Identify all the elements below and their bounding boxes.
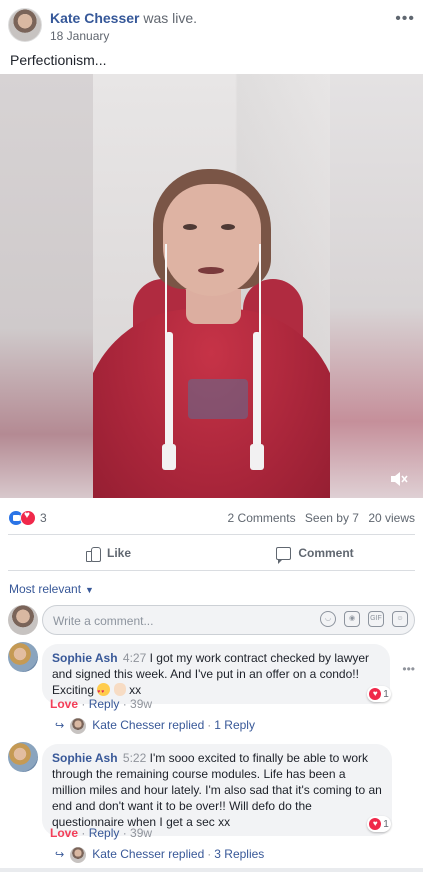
comment-timestamp-link[interactable]: 5:22: [123, 751, 146, 765]
sticker-icon[interactable]: ☺: [392, 611, 408, 627]
post-card: Kate Chesser was live. 18 January ••• Pe…: [0, 0, 423, 868]
post-stats: 3 2 Comments Seen by 7 20 views: [8, 508, 415, 528]
comment-meta: Love · Reply · 39w: [50, 697, 153, 711]
comment-text-end: xx: [129, 683, 142, 697]
view-count: 20 views: [368, 511, 415, 525]
comment-reaction-badge[interactable]: ♥ 1: [367, 686, 391, 702]
composer-tools: ◡ ◉ GIF ☺: [320, 611, 408, 627]
gif-icon[interactable]: GIF: [368, 611, 384, 627]
video-frame: [93, 74, 330, 498]
comment-bubble: Sophie Ash 5:22 I'm sooo excited to fina…: [42, 744, 392, 836]
clapping-hands-emoji-icon: [113, 683, 126, 696]
commenter-avatar[interactable]: [8, 742, 38, 772]
comment-reaction-count: 1: [383, 688, 389, 700]
eye-left: [183, 224, 197, 230]
mouth: [198, 267, 224, 274]
reply-arrow-icon: ↪: [55, 849, 65, 862]
comment-sort-dropdown[interactable]: Most relevant ▼: [9, 582, 94, 596]
hoodie-string-left: [165, 332, 173, 452]
comment-author-link[interactable]: Sophie Ash: [52, 651, 118, 665]
reply-count: 3 Replies: [214, 847, 265, 862]
post-header: Kate Chesser was live. 18 January •••: [8, 8, 415, 46]
caret-down-icon: ▼: [85, 585, 94, 595]
speech-bubble-icon: [276, 546, 292, 564]
eye-right: [221, 224, 235, 230]
comment-count-link[interactable]: 2 Comments: [228, 511, 296, 525]
replied-by-text: Kate Chesser replied: [92, 847, 205, 862]
engagement-stats: 2 Comments Seen by 7 20 views: [222, 511, 415, 525]
live-video-player[interactable]: [0, 74, 423, 498]
commenter-avatar[interactable]: [8, 642, 38, 672]
divider: [8, 534, 415, 535]
comment-bubble: Sophie Ash 4:27 I got my work contract c…: [42, 644, 390, 704]
comment-reaction-count: 1: [383, 818, 389, 830]
more-dots-icon[interactable]: •••: [395, 10, 415, 28]
replied-by-text: Kate Chesser replied: [92, 718, 205, 733]
separator: ·: [207, 847, 212, 862]
separator: ·: [207, 718, 212, 733]
view-replies-link[interactable]: ↪ Kate Chesser replied · 3 Replies: [55, 847, 264, 863]
current-user-avatar[interactable]: [8, 605, 38, 635]
comment-input[interactable]: Write a comment... ◡ ◉ GIF ☺: [42, 605, 415, 635]
hoodie-string-end-right: [250, 444, 264, 470]
hoodie-print: [188, 379, 248, 419]
love-reaction-icon: ♥: [369, 818, 382, 830]
comment-options-icon[interactable]: •••: [402, 662, 415, 676]
heart-eyes-emoji-icon: [97, 683, 111, 700]
post-author-line: Kate Chesser was live.: [50, 10, 197, 26]
post-action-bar: Like Comment: [8, 538, 415, 568]
face: [163, 184, 261, 296]
reaction-count[interactable]: 3: [40, 511, 47, 525]
hoodie-string-end-left: [162, 444, 176, 470]
comment-meta: Love · Reply · 39w: [50, 826, 153, 840]
comment-reply-link[interactable]: Reply: [89, 697, 120, 711]
post-text: Perfectionism...: [10, 52, 107, 68]
comment-button[interactable]: Comment: [215, 538, 415, 568]
comment-age[interactable]: 39w: [130, 697, 152, 711]
comment-reaction-badge[interactable]: ♥ 1: [367, 816, 391, 832]
post-action-text: was live.: [143, 10, 198, 26]
post-date[interactable]: 18 January: [50, 29, 109, 43]
reply-count: 1 Reply: [214, 718, 255, 733]
camera-icon[interactable]: ◉: [344, 611, 360, 627]
seen-by-link[interactable]: Seen by 7: [305, 511, 359, 525]
comment-love-link[interactable]: Love: [50, 826, 78, 840]
comment-input-placeholder: Write a comment...: [53, 614, 154, 628]
reply-author-avatar: [70, 718, 87, 734]
hoodie-string-right: [253, 332, 261, 452]
like-button[interactable]: Like: [8, 538, 208, 568]
comment-sort-label: Most relevant: [9, 582, 82, 596]
like-button-label: Like: [106, 546, 131, 560]
thumbs-up-icon: [85, 545, 101, 562]
comment-button-label: Comment: [298, 546, 354, 560]
love-reaction-icon[interactable]: [20, 510, 36, 526]
author-name-link[interactable]: Kate Chesser: [50, 10, 140, 26]
speaker-muted-icon[interactable]: [389, 470, 409, 488]
smiley-icon[interactable]: ◡: [320, 611, 336, 627]
love-reaction-icon: ♥: [369, 688, 382, 700]
comment-age[interactable]: 39w: [130, 826, 152, 840]
author-avatar[interactable]: [8, 8, 42, 42]
comment-love-link[interactable]: Love: [50, 697, 78, 711]
comment-reply-link[interactable]: Reply: [89, 826, 120, 840]
comment-timestamp-link[interactable]: 4:27: [123, 651, 146, 665]
reply-arrow-icon: ↪: [55, 720, 65, 733]
view-replies-link[interactable]: ↪ Kate Chesser replied · 1 Reply: [55, 718, 255, 734]
reply-author-avatar: [70, 847, 87, 863]
video-blur-left: [0, 74, 93, 498]
divider: [8, 570, 415, 571]
comment-author-link[interactable]: Sophie Ash: [52, 751, 118, 765]
video-blur-right: [330, 74, 423, 498]
